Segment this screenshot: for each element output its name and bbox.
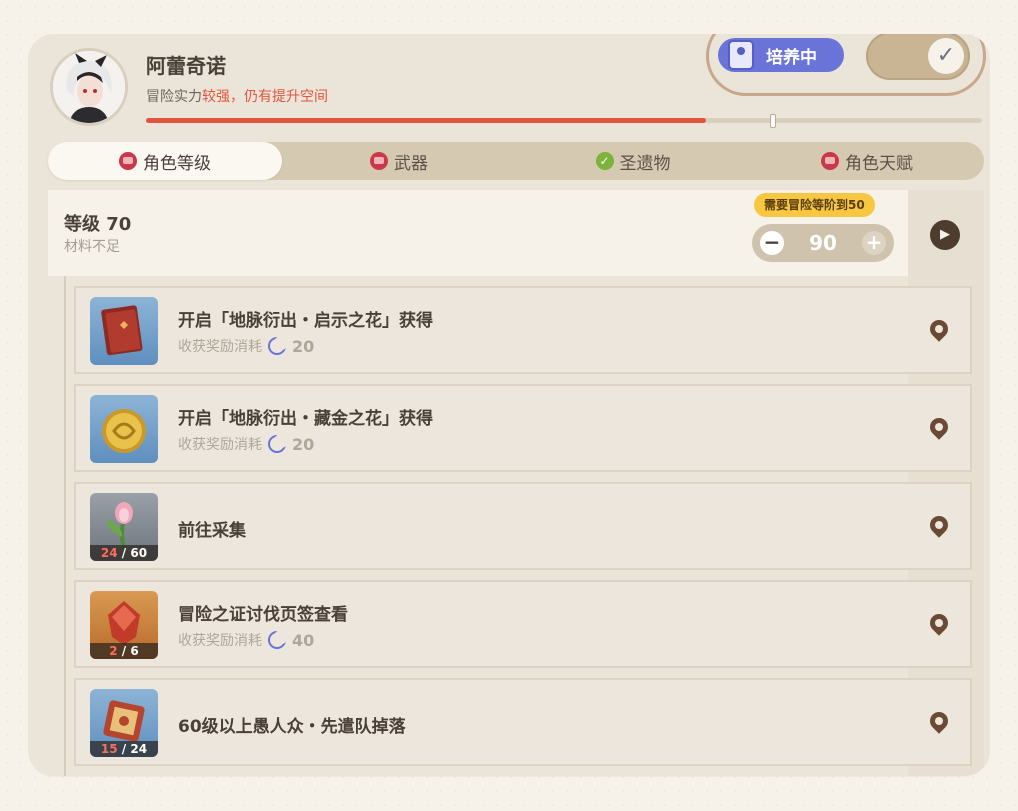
character-panel: 阿蕾奇诺 冒险实力较强，仍有提升空间 培养中 ✓ 角色等级 武器 ✓ 圣遗物 角… <box>28 34 990 776</box>
tab-weapon[interactable]: 武器 <box>282 142 516 180</box>
target-level-value: 90 <box>809 231 837 255</box>
nurture-toggle-switch[interactable]: ✓ <box>866 34 970 80</box>
strength-text: 冒险实力较强，仍有提升空间 <box>146 86 328 106</box>
material-thumbnail <box>90 297 158 365</box>
tab-character-level[interactable]: 角色等级 <box>48 142 282 180</box>
list-item[interactable]: 24 / 60 前往采集 <box>74 482 972 570</box>
list-item[interactable]: 开启「地脉衍出・藏金之花」获得 收获奖励消耗 20 <box>74 384 972 472</box>
level-title: 等级 70 <box>64 214 132 235</box>
level-status: 材料不足 <box>64 239 120 255</box>
resin-moon-icon <box>268 336 288 355</box>
tab-label: 武器 <box>394 153 428 174</box>
cost-label: 收获奖励消耗 <box>178 437 262 453</box>
category-tabs: 角色等级 武器 ✓ 圣遗物 角色天赋 <box>48 142 984 180</box>
tab-artifacts[interactable]: ✓ 圣遗物 <box>516 142 750 180</box>
level-row: 等级 70 材料不足 需要冒险等阶到50 − 90 + <box>48 190 908 276</box>
cost-value: 40 <box>292 630 315 650</box>
material-thumbnail: 15 / 24 <box>90 689 158 757</box>
location-pin-icon[interactable] <box>926 610 952 636</box>
red-book-icon <box>101 305 143 356</box>
location-pin-icon[interactable] <box>926 414 952 440</box>
item-title: 冒险之证讨伐页签查看 <box>178 605 348 625</box>
item-cost: 收获奖励消耗 20 <box>178 336 314 356</box>
increase-button[interactable]: + <box>862 231 886 255</box>
item-cost: 收获奖励消耗 20 <box>178 434 314 454</box>
green-check-icon: ✓ <box>595 152 614 170</box>
red-gem-icon <box>821 152 839 170</box>
tree-connector-line <box>64 276 66 776</box>
cost-value: 20 <box>292 434 315 454</box>
character-name: 阿蕾奇诺 <box>146 54 226 78</box>
cost-value: 20 <box>292 336 315 356</box>
tab-label: 角色天赋 <box>845 153 913 174</box>
list-item[interactable]: 15 / 24 60级以上愚人众・先遣队掉落 <box>74 678 972 766</box>
strength-value: 较强，仍有提升空间 <box>202 89 328 105</box>
material-thumbnail: 2 / 6 <box>90 591 158 659</box>
mora-coin-icon <box>102 409 146 453</box>
play-arrow-button[interactable]: ▶ <box>930 220 960 250</box>
tab-label: 圣遗物 <box>619 153 671 174</box>
red-gem-icon <box>370 152 388 170</box>
nurturing-badge-label: 培养中 <box>766 47 817 68</box>
material-count: 24 / 60 <box>90 545 158 561</box>
material-thumbnail <box>90 395 158 463</box>
character-avatar <box>50 48 128 126</box>
location-pin-icon[interactable] <box>926 512 952 538</box>
decrease-button[interactable]: − <box>760 231 784 255</box>
location-pin-icon[interactable] <box>926 708 952 734</box>
target-level-stepper: − 90 + <box>752 224 894 262</box>
item-title: 开启「地脉衍出・启示之花」获得 <box>178 311 433 331</box>
profile-card-icon <box>728 40 754 70</box>
check-icon: ✓ <box>928 38 964 74</box>
strength-progress-bar <box>146 118 982 123</box>
material-count: 15 / 24 <box>90 741 158 757</box>
material-thumbnail: 24 / 60 <box>90 493 158 561</box>
strength-label: 冒险实力 <box>146 89 202 105</box>
item-title: 60级以上愚人众・先遣队掉落 <box>178 717 406 737</box>
cost-label: 收获奖励消耗 <box>178 633 262 649</box>
item-cost: 收获奖励消耗 40 <box>178 630 314 650</box>
resin-moon-icon <box>268 630 288 649</box>
location-pin-icon[interactable] <box>926 316 952 342</box>
progress-fill <box>146 118 707 123</box>
material-count: 2 / 6 <box>90 643 158 659</box>
red-gem-icon <box>119 152 137 170</box>
item-title: 前往采集 <box>178 521 246 541</box>
item-title: 开启「地脉衍出・藏金之花」获得 <box>178 409 433 429</box>
list-item[interactable]: 开启「地脉衍出・启示之花」获得 收获奖励消耗 20 <box>74 286 972 374</box>
progress-marker <box>770 114 776 128</box>
cost-label: 收获奖励消耗 <box>178 339 262 355</box>
resin-moon-icon <box>268 434 288 453</box>
requirement-tag: 需要冒险等阶到50 <box>754 193 875 217</box>
tab-talents[interactable]: 角色天赋 <box>750 142 984 180</box>
tab-label: 角色等级 <box>143 153 211 174</box>
list-item[interactable]: 2 / 6 冒险之证讨伐页签查看 收获奖励消耗 40 <box>74 580 972 668</box>
nurturing-badge[interactable]: 培养中 <box>718 38 844 72</box>
